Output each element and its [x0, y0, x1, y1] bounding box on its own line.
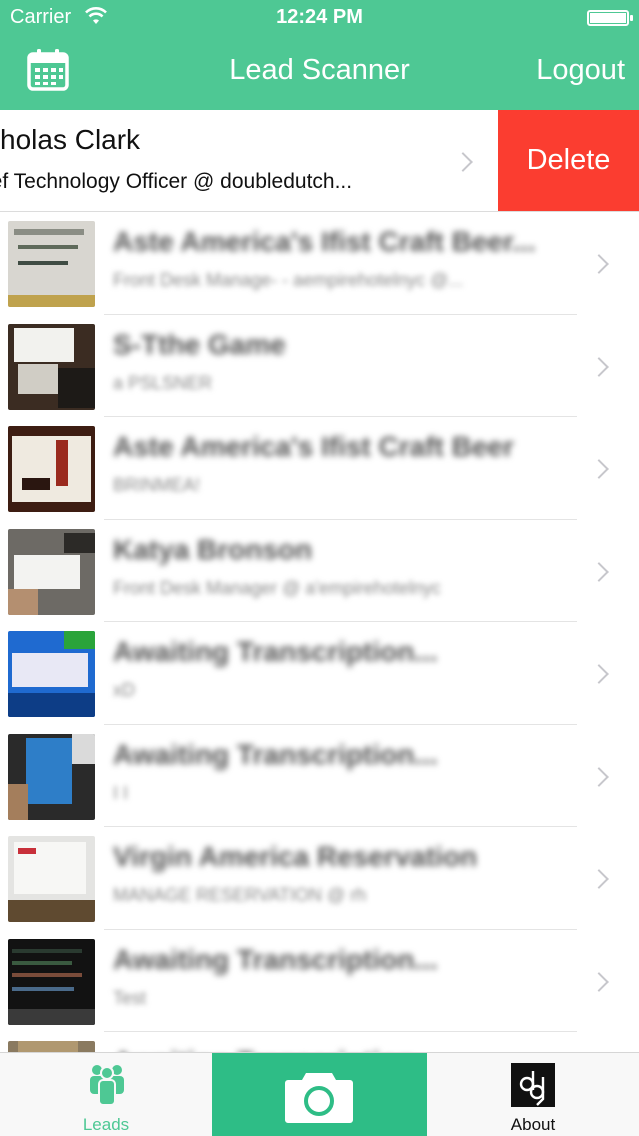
lead-row[interactable]: Awaiting Transcription... xD [0, 622, 639, 725]
lead-title: Awaiting Transcription... [113, 738, 438, 770]
tab-about[interactable]: About [427, 1053, 639, 1136]
swiped-lead-row[interactable]: cholas Clark ief Technology Officer @ do… [0, 110, 639, 212]
navigation-header: Carrier 12:24 PM Lead Scanner Logout [0, 0, 639, 110]
lead-subtitle: MANAGE RESERVATION @ rh [113, 885, 367, 905]
lead-name: cholas Clark [0, 124, 141, 155]
lead-subtitle: Front Desk Manage- - aempirehotelnyc @..… [113, 270, 464, 290]
chevron-right-icon [589, 459, 609, 479]
lead-row[interactable]: Aste America's Ifist Craft Beer BRINMEA! [0, 417, 639, 520]
clock: 12:24 PM [276, 6, 363, 28]
chevron-right-icon [589, 869, 609, 889]
delete-button[interactable]: Delete [498, 110, 639, 211]
chevron-right-icon [453, 152, 473, 172]
lead-title: Aste America's Ifist Craft Beer [113, 431, 514, 462]
lead-row[interactable]: S-Tthe Game a PSLSNER [0, 314, 639, 417]
chevron-right-icon [589, 971, 609, 992]
lead-thumbnail [8, 836, 95, 922]
lead-title: S-Tthe Game [113, 328, 286, 360]
lead-thumbnail [8, 221, 95, 307]
chevron-right-icon [589, 664, 609, 684]
lead-subtitle: BRINMEA! [113, 475, 201, 495]
camera-button[interactable] [212, 1053, 427, 1136]
battery-icon [587, 10, 633, 26]
lead-subtitle: Test [113, 987, 147, 1008]
lead-title: Aste America's Ifist Craft Beer... [113, 226, 536, 257]
lead-subtitle: I I [113, 782, 129, 803]
lead-thumbnail [8, 733, 95, 820]
chevron-right-icon [589, 356, 609, 377]
chevron-right-icon [589, 766, 609, 787]
lead-thumbnail [8, 631, 95, 717]
lead-title: Awaiting Transcription... [113, 943, 438, 975]
lead-thumbnail [8, 426, 95, 512]
swiped-lead-content[interactable]: cholas Clark ief Technology Officer @ do… [0, 110, 498, 211]
lead-list[interactable]: cholas Clark ief Technology Officer @ do… [0, 110, 639, 1052]
lead-subtitle: ief Technology Officer @ doubledutch... [0, 170, 353, 193]
lead-subtitle: Front Desk Manager @ a'empirehotelnyc [113, 577, 441, 598]
camera-icon [285, 1073, 353, 1123]
status-bar: Carrier 12:24 PM [0, 0, 639, 36]
lead-row[interactable]: Awaiting Transcription... I I [0, 724, 639, 827]
lead-title: Katya Bronson [113, 533, 313, 565]
lead-row[interactable]: Aste America's Ifist Craft Beer... Front … [0, 212, 639, 315]
lead-row[interactable]: Katya Bronson Front Desk Manager @ a'empi… [0, 519, 639, 622]
tab-leads[interactable]: Leads [0, 1053, 212, 1136]
lead-thumbnail [8, 528, 95, 615]
people-icon [90, 1065, 124, 1106]
tab-about-label: About [510, 1115, 556, 1134]
lead-thumbnail [8, 323, 95, 410]
tab-bar: Leads About [0, 1052, 639, 1136]
lead-title: Awaiting Transcription... [113, 636, 438, 667]
lead-row[interactable]: Awaiting Transcription... Test [0, 929, 639, 1032]
tab-leads-label: Leads [82, 1115, 130, 1134]
chevron-right-icon [589, 561, 609, 582]
lead-row[interactable]: Awaiting Transcription... [0, 1032, 639, 1052]
lead-subtitle: xD [113, 680, 135, 700]
lead-thumbnail [8, 1041, 95, 1052]
chevron-right-icon [589, 254, 609, 274]
doubledutch-logo-icon [511, 1063, 555, 1107]
lead-title: Virgin America Reservation [113, 841, 478, 872]
lead-subtitle: a PSLSNER [113, 372, 213, 393]
logout-button[interactable]: Logout [536, 54, 625, 87]
lead-row[interactable]: Virgin America Reservation MANAGE RESERVA… [0, 827, 639, 930]
lead-thumbnail [8, 938, 95, 1025]
